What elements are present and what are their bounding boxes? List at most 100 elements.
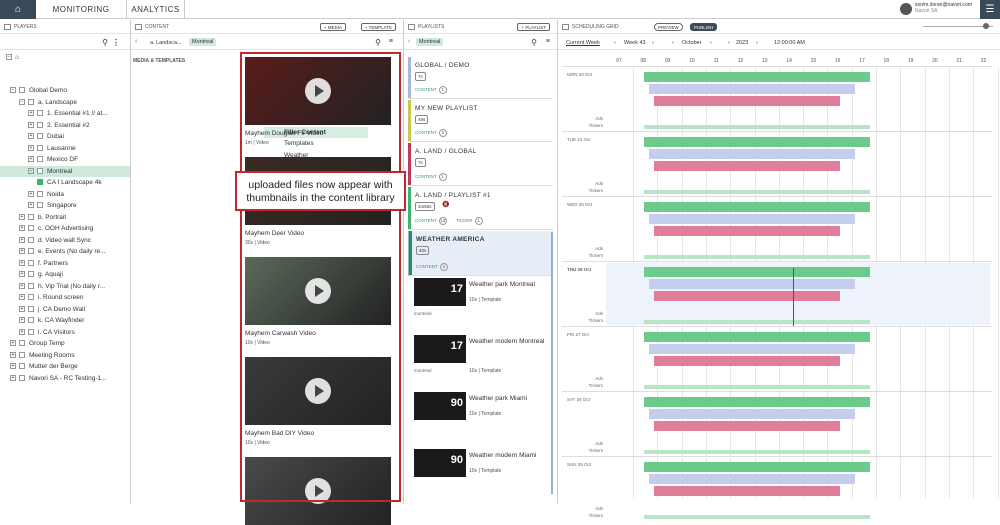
- tree-item[interactable]: + k. CA Wayfinder: [0, 315, 130, 326]
- expand-icon[interactable]: +: [19, 248, 25, 255]
- collapse-icon[interactable]: −: [28, 167, 34, 174]
- expand-icon[interactable]: +: [10, 374, 16, 381]
- ticker-block[interactable]: [644, 320, 870, 324]
- expand-icon[interactable]: +: [10, 340, 16, 347]
- schedule-block[interactable]: [649, 344, 855, 354]
- schedule-block[interactable]: [649, 149, 855, 159]
- tree-root-home[interactable]: − ⌂: [0, 52, 19, 63]
- checkbox[interactable]: [37, 167, 43, 174]
- schedule-block[interactable]: [654, 291, 840, 301]
- tree-item[interactable]: − a. Landscape: [0, 97, 130, 108]
- tree-item[interactable]: +2. Essential #2: [0, 120, 130, 131]
- prev-month-icon[interactable]: ‹: [672, 36, 674, 50]
- playlist-content-item[interactable]: 90 Weather modern Miami 10s | Template: [412, 449, 549, 507]
- current-week-link[interactable]: Current Week: [566, 36, 600, 50]
- tree-item[interactable]: + g. Aquaji: [0, 269, 130, 280]
- expand-icon[interactable]: +: [19, 305, 25, 312]
- expand-icon[interactable]: +: [19, 328, 25, 335]
- tree-item[interactable]: + Mexico DF: [0, 154, 130, 165]
- checkbox[interactable]: [28, 305, 34, 312]
- tree-item[interactable]: + j. CA Demo Wall: [0, 304, 130, 315]
- schedule-block[interactable]: [644, 137, 870, 147]
- schedule-block[interactable]: [649, 84, 855, 94]
- avatar[interactable]: [900, 3, 912, 15]
- filter-icon[interactable]: ≡: [389, 38, 393, 45]
- publish-button[interactable]: PUBLISH: [690, 23, 718, 31]
- checkbox[interactable]: [37, 110, 43, 117]
- checkbox[interactable]: [28, 225, 34, 232]
- ticker-block[interactable]: [644, 125, 870, 129]
- expand-icon[interactable]: +: [10, 363, 16, 370]
- back-icon[interactable]: ‹: [408, 38, 410, 45]
- media-templates-section[interactable]: MEDIA & TEMPLATES: [133, 56, 237, 67]
- next-month-icon[interactable]: ›: [710, 36, 712, 50]
- filter-icon[interactable]: ≡: [546, 38, 550, 45]
- tree-item[interactable]: CA I Landscape 4k: [0, 177, 130, 188]
- weather-thumbnail[interactable]: 17: [414, 278, 466, 306]
- playlist-content-item[interactable]: 17 Weather park Montreal 10s | Template mon…: [412, 278, 549, 336]
- playlist-item[interactable]: A. LAND / PLAYLIST #1 1m50s CONTENT 13 TICKE…: [408, 187, 553, 230]
- schedule-block[interactable]: [644, 202, 870, 212]
- tab-monitoring[interactable]: MONITORING: [36, 0, 127, 19]
- expand-icon[interactable]: +: [19, 236, 25, 243]
- tree-item[interactable]: + Noida: [0, 189, 130, 200]
- breadcrumb[interactable]: a. Landsca...: [150, 40, 182, 46]
- schedule-block[interactable]: [649, 409, 855, 419]
- expand-icon[interactable]: +: [28, 144, 34, 151]
- prev-week-icon[interactable]: ‹: [614, 36, 616, 50]
- tree-item[interactable]: + Group Temp: [0, 338, 130, 349]
- next-week-icon[interactable]: ›: [652, 36, 654, 50]
- playlist-item[interactable]: MY NEW PLAYLIST 49s CONTENT 3: [408, 100, 553, 142]
- schedule-block[interactable]: [644, 72, 870, 82]
- checkbox[interactable]: [19, 340, 25, 347]
- month-selector[interactable]: October: [682, 36, 702, 50]
- collapse-icon[interactable]: −: [6, 54, 12, 61]
- schedule-block[interactable]: [649, 214, 855, 224]
- schedule-block[interactable]: [649, 474, 855, 484]
- checkbox[interactable]: [37, 144, 43, 151]
- tree-item[interactable]: + l. CA Visitors: [0, 327, 130, 338]
- tree-item[interactable]: + Navori SA - RC Testing-1...: [0, 373, 130, 384]
- collapse-icon[interactable]: −: [19, 98, 25, 105]
- expand-icon[interactable]: +: [19, 294, 25, 301]
- weather-thumbnail[interactable]: 90: [414, 449, 466, 477]
- schedule-block[interactable]: [644, 397, 870, 407]
- filter-chip-montreal[interactable]: Montreal: [416, 38, 444, 46]
- expand-icon[interactable]: +: [28, 202, 34, 209]
- year-selector[interactable]: 2023: [736, 36, 748, 50]
- time-selector[interactable]: 12:00:00 AM: [774, 36, 805, 50]
- expand-icon[interactable]: +: [19, 317, 25, 324]
- tree-item[interactable]: + Lausanne: [0, 143, 130, 154]
- checkbox[interactable]: [28, 259, 34, 266]
- schedule-block[interactable]: [654, 96, 840, 106]
- expand-icon[interactable]: +: [19, 213, 25, 220]
- tree-item[interactable]: + f. Partners: [0, 258, 130, 269]
- ticker-block[interactable]: [644, 190, 870, 194]
- checkbox[interactable]: [19, 87, 25, 94]
- schedule-block[interactable]: [654, 161, 840, 171]
- next-year-icon[interactable]: ›: [756, 36, 758, 50]
- more-icon[interactable]: ⋮: [112, 38, 120, 47]
- tree-item[interactable]: + Mutter der Berge: [0, 361, 130, 372]
- ticker-block[interactable]: [644, 255, 870, 259]
- playlist-item[interactable]: A. LAND / GLOBAL 7s CONTENT 1: [408, 143, 553, 186]
- checkbox[interactable]: [28, 282, 34, 289]
- search-icon[interactable]: ⚲: [375, 38, 381, 47]
- expand-icon[interactable]: +: [28, 133, 34, 140]
- expand-icon[interactable]: +: [28, 121, 34, 128]
- expand-icon[interactable]: +: [19, 225, 25, 232]
- schedule-block[interactable]: [654, 226, 840, 236]
- back-icon[interactable]: ‹: [135, 38, 137, 45]
- weather-thumbnail[interactable]: 90: [414, 392, 466, 420]
- home-button[interactable]: ⌂: [0, 0, 36, 19]
- playlist-content-item[interactable]: 17 Weather modern Montreal 10s | Template m…: [412, 335, 549, 393]
- ticker-block[interactable]: [644, 385, 870, 389]
- checkbox[interactable]: [37, 179, 43, 186]
- checkbox[interactable]: [37, 190, 43, 197]
- schedule-block[interactable]: [654, 356, 840, 366]
- filter-chip-montreal[interactable]: Montreal: [189, 38, 217, 46]
- expand-icon[interactable]: +: [19, 271, 25, 278]
- checkbox[interactable]: [28, 271, 34, 278]
- add-media-button[interactable]: + MEDIA: [319, 23, 346, 31]
- tree-item[interactable]: − Montreal: [0, 165, 130, 177]
